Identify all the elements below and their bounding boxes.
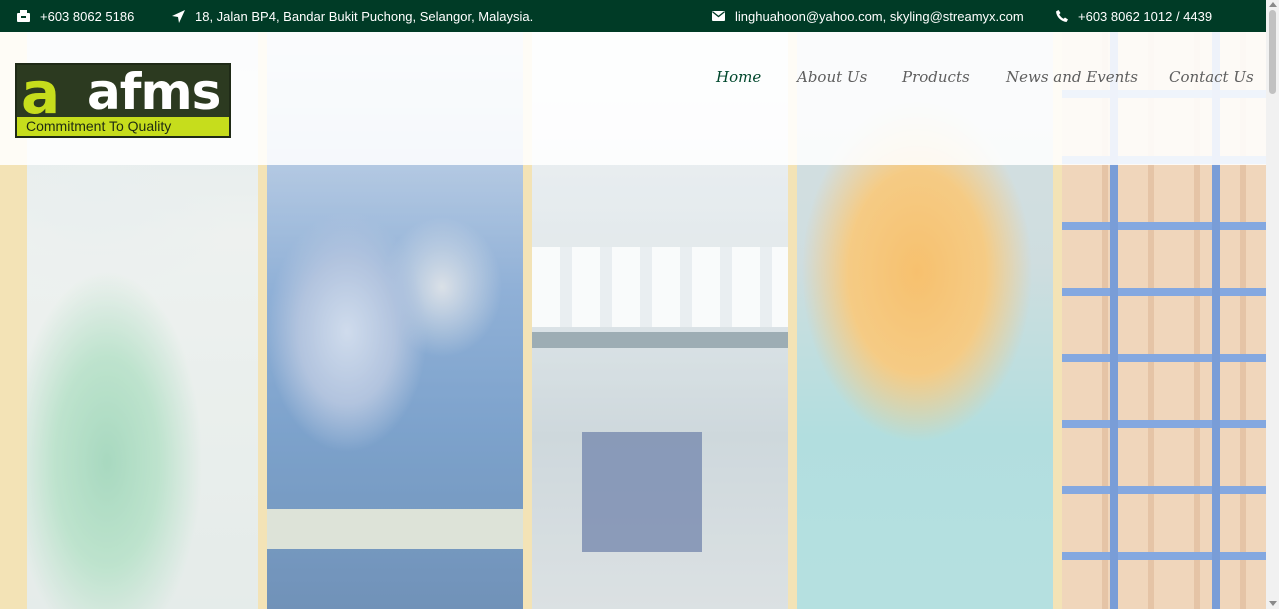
contact-phone-alt[interactable]: +603 8062 1012 / 4439 — [1056, 0, 1212, 32]
envelope-icon — [712, 11, 725, 21]
fax-phone-icon — [17, 10, 30, 22]
site-header: a afms Commitment To Quality Home About … — [0, 32, 1266, 165]
location-arrow-icon — [172, 9, 185, 23]
contact-phone-alt-text: +603 8062 1012 / 4439 — [1078, 8, 1213, 24]
nav-about-us[interactable]: About Us — [797, 68, 867, 88]
afms-wordmark: a afms — [17, 65, 229, 117]
contact-address: 18, Jalan BP4, Bandar Bukit Puchong, Sel… — [172, 0, 533, 32]
logo-tagline: Commitment To Quality — [17, 117, 229, 136]
contact-phone-text: +603 8062 5186 — [40, 8, 135, 24]
top-contact-bar: +603 8062 5186 18, Jalan BP4, Bandar Buk… — [0, 0, 1279, 32]
contact-email-text: linghuahoon@yahoo.com, skyling@streamyx.… — [735, 8, 1024, 24]
nav-products[interactable]: Products — [902, 68, 970, 88]
contact-phone[interactable]: +603 8062 5186 — [17, 0, 134, 32]
contact-email[interactable]: linghuahoon@yahoo.com, skyling@streamyx.… — [712, 0, 1024, 32]
phone-icon — [1056, 10, 1068, 22]
scrollbar-thumb[interactable] — [1269, 10, 1276, 94]
contact-address-text: 18, Jalan BP4, Bandar Bukit Puchong, Sel… — [195, 8, 534, 24]
afms-logo[interactable]: a afms Commitment To Quality — [15, 63, 231, 138]
scroll-down-arrow-icon[interactable] — [1269, 601, 1277, 606]
nav-contact-us[interactable]: Contact Us — [1169, 68, 1254, 88]
scroll-up-arrow-icon[interactable] — [1269, 2, 1277, 7]
nav-home[interactable]: Home — [716, 68, 761, 88]
svg-text:a: a — [21, 65, 57, 117]
page-scrollbar[interactable] — [1266, 0, 1279, 609]
svg-text:afms: afms — [87, 65, 220, 117]
nav-news-and-events[interactable]: News and Events — [1006, 68, 1138, 88]
